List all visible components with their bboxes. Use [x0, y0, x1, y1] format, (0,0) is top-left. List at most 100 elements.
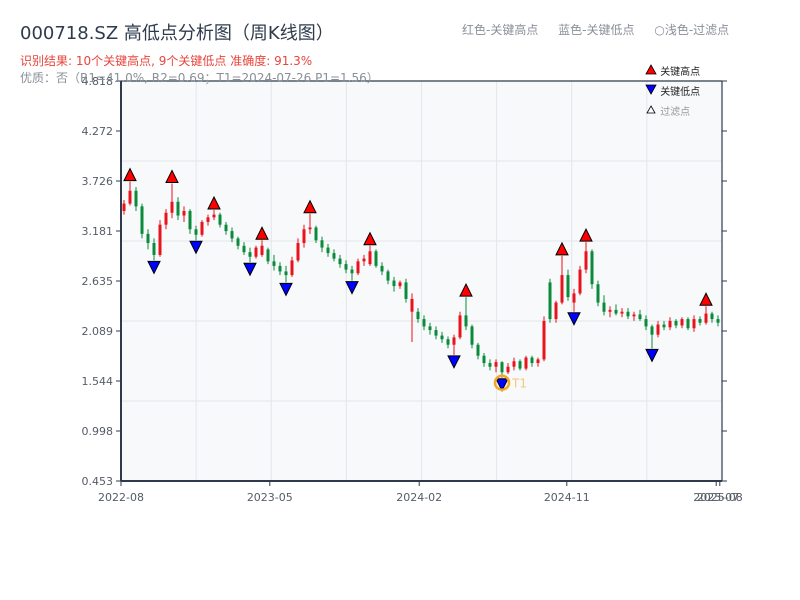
candle-body	[410, 298, 414, 312]
candle-body	[560, 275, 564, 303]
candle-body	[398, 282, 402, 287]
candle-body	[596, 284, 600, 303]
quality-summary: 优质：否（R1=41.0%, R2=0.69；T1=2024-07-26 P1=…	[20, 71, 379, 85]
color-key: 红色-关键高点 蓝色-关键低点 ○浅色-过滤点	[462, 21, 745, 38]
legend-label: 关键低点	[660, 87, 701, 98]
candle-body	[602, 302, 606, 312]
candle-body	[302, 229, 306, 244]
candle-body	[122, 203, 126, 211]
candle-body	[434, 330, 438, 336]
candle-body	[374, 251, 378, 266]
candle-body	[476, 344, 480, 356]
candle-body	[260, 245, 264, 255]
candle-body	[608, 309, 612, 312]
candle	[590, 249, 594, 289]
candle-body	[182, 210, 186, 216]
y-tick-label: 0.453	[82, 475, 114, 488]
candle-body	[356, 261, 360, 274]
candle-body	[218, 214, 222, 225]
color-key-filtered: ○浅色-过滤点	[654, 23, 730, 37]
candle-body	[698, 319, 702, 323]
candle-body	[380, 265, 384, 272]
candle	[140, 203, 144, 239]
candle-body	[248, 252, 252, 257]
candle	[548, 278, 552, 323]
y-tick-label: 3.181	[82, 225, 114, 238]
candle-body	[128, 190, 132, 204]
candle-body	[542, 320, 546, 360]
candle-body	[536, 359, 540, 364]
candle-body	[626, 311, 630, 317]
candle-body	[134, 190, 138, 207]
candle-body	[674, 320, 678, 326]
candle-body	[386, 271, 390, 281]
candle-body	[512, 361, 516, 367]
candle-body	[422, 319, 426, 327]
x-tick-label: 2023-05	[247, 491, 293, 504]
candle-body	[518, 361, 522, 369]
y-tick-label: 2.089	[82, 325, 114, 338]
candle-body	[458, 315, 462, 338]
candle-body	[584, 251, 588, 270]
candle-body	[638, 314, 642, 320]
candle-body	[644, 319, 648, 327]
candle-body	[416, 311, 420, 320]
candle-body	[620, 311, 624, 314]
candle-body	[710, 313, 714, 320]
candle-body	[188, 210, 192, 230]
candle-body	[206, 217, 210, 222]
candle-body	[494, 362, 498, 367]
x-tick-label: 2025-08	[697, 491, 743, 504]
legend: 关键高点 关键低点 过滤点	[645, 64, 700, 124]
x-tick-label: 2022-08	[98, 491, 144, 504]
candle-body	[224, 224, 228, 232]
candle-body	[452, 337, 456, 345]
candle-body	[614, 309, 618, 314]
candle	[686, 317, 690, 331]
candle-body	[404, 282, 408, 299]
candle-body	[314, 227, 318, 241]
candle	[158, 220, 162, 257]
candle-body	[470, 326, 474, 345]
candle-body	[692, 319, 696, 329]
candle	[596, 280, 600, 307]
candle-body	[650, 326, 654, 335]
candle-body	[428, 326, 432, 331]
y-tick-label: 2.635	[82, 275, 114, 288]
legend-item-filtered: 过滤点	[645, 104, 700, 124]
candle	[578, 265, 582, 296]
candle-body	[554, 302, 558, 320]
candle	[524, 355, 528, 371]
candle-body	[566, 275, 570, 298]
candle-body	[548, 282, 552, 320]
candle-body	[308, 227, 312, 230]
filtered-point-label: T1	[511, 377, 527, 391]
candle-body	[524, 357, 528, 369]
candle-body	[656, 324, 660, 335]
candle-body	[158, 224, 162, 255]
candle-body	[632, 314, 636, 317]
candle-body	[254, 247, 258, 257]
candle-body	[200, 221, 204, 235]
candle-body	[350, 269, 354, 274]
candle	[374, 249, 378, 268]
candle-body	[332, 253, 336, 259]
candle-body	[704, 313, 708, 323]
candle	[254, 245, 258, 259]
candle-body	[392, 280, 396, 287]
y-tick-label: 0.998	[82, 425, 114, 438]
candle-body	[662, 324, 666, 328]
candle-body	[668, 320, 672, 328]
legend-item-low: 关键低点	[645, 84, 700, 104]
candle-body	[212, 214, 216, 218]
candle-body	[170, 201, 174, 213]
candle-body	[440, 335, 444, 340]
color-key-high: 红色-关键高点	[462, 23, 539, 37]
candle-body	[446, 339, 450, 345]
candle	[458, 311, 462, 340]
candle-body	[488, 363, 492, 367]
x-tick-label: 2024-02	[396, 491, 442, 504]
candle-body	[680, 319, 684, 326]
candle-body	[326, 247, 330, 254]
candle-body	[194, 229, 198, 235]
